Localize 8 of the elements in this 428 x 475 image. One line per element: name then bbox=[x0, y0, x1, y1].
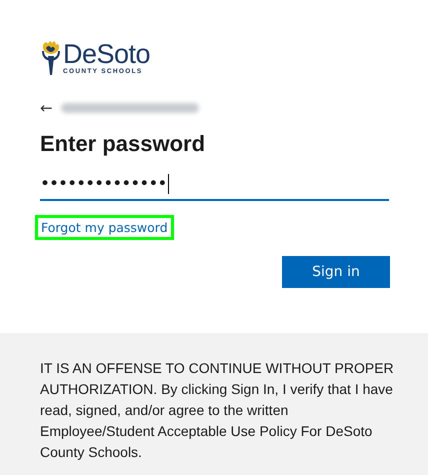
page-heading: Enter password bbox=[40, 130, 206, 158]
policy-notice: IT IS AN OFFENSE TO CONTINUE WITHOUT PROPER AUTHORIZATION. By clicking Sign In, I verify that I have read, signed, and/or agree to the written Employee/Student Acceptable Use Policy For DeSoto County Schools. bbox=[40, 359, 395, 462]
password-field[interactable]: •••••••••••••• bbox=[40, 167, 389, 201]
sign-in-button[interactable]: Sign in bbox=[282, 256, 390, 288]
logo-wordmark: DeSoto bbox=[63, 40, 150, 68]
forgot-password-link[interactable]: Forgot my password bbox=[35, 215, 174, 240]
back-arrow[interactable]: ← bbox=[40, 100, 53, 116]
torch-icon bbox=[40, 39, 62, 77]
